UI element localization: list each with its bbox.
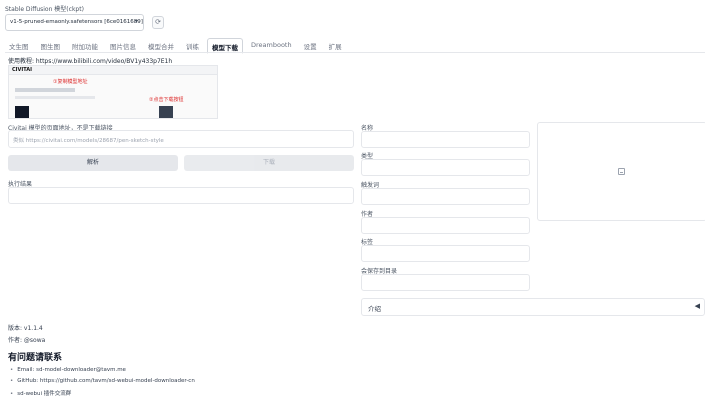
name-field[interactable] bbox=[361, 131, 530, 148]
tutorial-thumbnail bbox=[159, 106, 173, 118]
refresh-button[interactable]: ⟳ bbox=[152, 16, 164, 29]
tutorial-link[interactable]: 使用教程: https://www.bilibili.com/video/BV1… bbox=[8, 56, 172, 65]
author-text: 作者: @sowa bbox=[8, 337, 46, 344]
tags-field[interactable] bbox=[361, 245, 530, 262]
save-path-field[interactable] bbox=[361, 274, 530, 291]
tutorial-image: CIVITAI ①复制模型地址 ②点击下载按钮 bbox=[8, 65, 218, 119]
parse-button[interactable]: 解析 bbox=[8, 155, 178, 171]
image-icon bbox=[618, 168, 625, 175]
checkpoint-label: Stable Diffusion 模型(ckpt) bbox=[5, 6, 84, 13]
contact-github[interactable]: GitHub: https://github.com/tavm/sd-webui… bbox=[10, 378, 195, 384]
intro-label: 介绍 bbox=[368, 305, 381, 313]
tutorial-note-right: ②点击下载按钮 bbox=[149, 97, 184, 103]
result-field[interactable] bbox=[8, 187, 354, 204]
civitai-logo: CIVITAI bbox=[12, 67, 33, 73]
contact-email: Email: sd-model-downloader@tavm.me bbox=[10, 367, 126, 373]
version-text: 版本: v1.1.4 bbox=[8, 325, 43, 332]
preview-image-box[interactable] bbox=[537, 122, 705, 221]
chevron-down-icon: ▾ bbox=[134, 18, 138, 25]
tutorial-line bbox=[15, 96, 95, 99]
tutorial-line bbox=[15, 88, 75, 92]
url-placeholder: 类似 https://civitai.com/models/28687/pen-… bbox=[13, 138, 164, 144]
download-button[interactable]: 下载 bbox=[184, 155, 354, 171]
trigger-field[interactable] bbox=[361, 188, 530, 205]
tutorial-thumbnail bbox=[15, 106, 29, 118]
tutorial-note-top: ①复制模型地址 bbox=[53, 79, 88, 85]
contact-group: sd-webui 插件交流群 bbox=[10, 389, 71, 397]
author-field[interactable] bbox=[361, 217, 530, 234]
url-input[interactable]: 类似 https://civitai.com/models/28687/pen-… bbox=[8, 130, 354, 148]
checkpoint-value: v1-5-pruned-emaonly.safetensors [6ce0161… bbox=[10, 19, 143, 25]
collapse-arrow-icon: ◀ bbox=[694, 302, 700, 310]
contact-heading: 有问题请联系 bbox=[8, 353, 63, 363]
checkpoint-select[interactable]: v1-5-pruned-emaonly.safetensors [6ce0161… bbox=[5, 14, 144, 31]
refresh-icon: ⟳ bbox=[155, 18, 161, 26]
type-field[interactable] bbox=[361, 159, 530, 176]
tutorial-image-bar bbox=[9, 66, 217, 75]
tab-divider bbox=[5, 52, 705, 53]
intro-accordion[interactable]: 介绍 ◀ bbox=[361, 298, 705, 316]
